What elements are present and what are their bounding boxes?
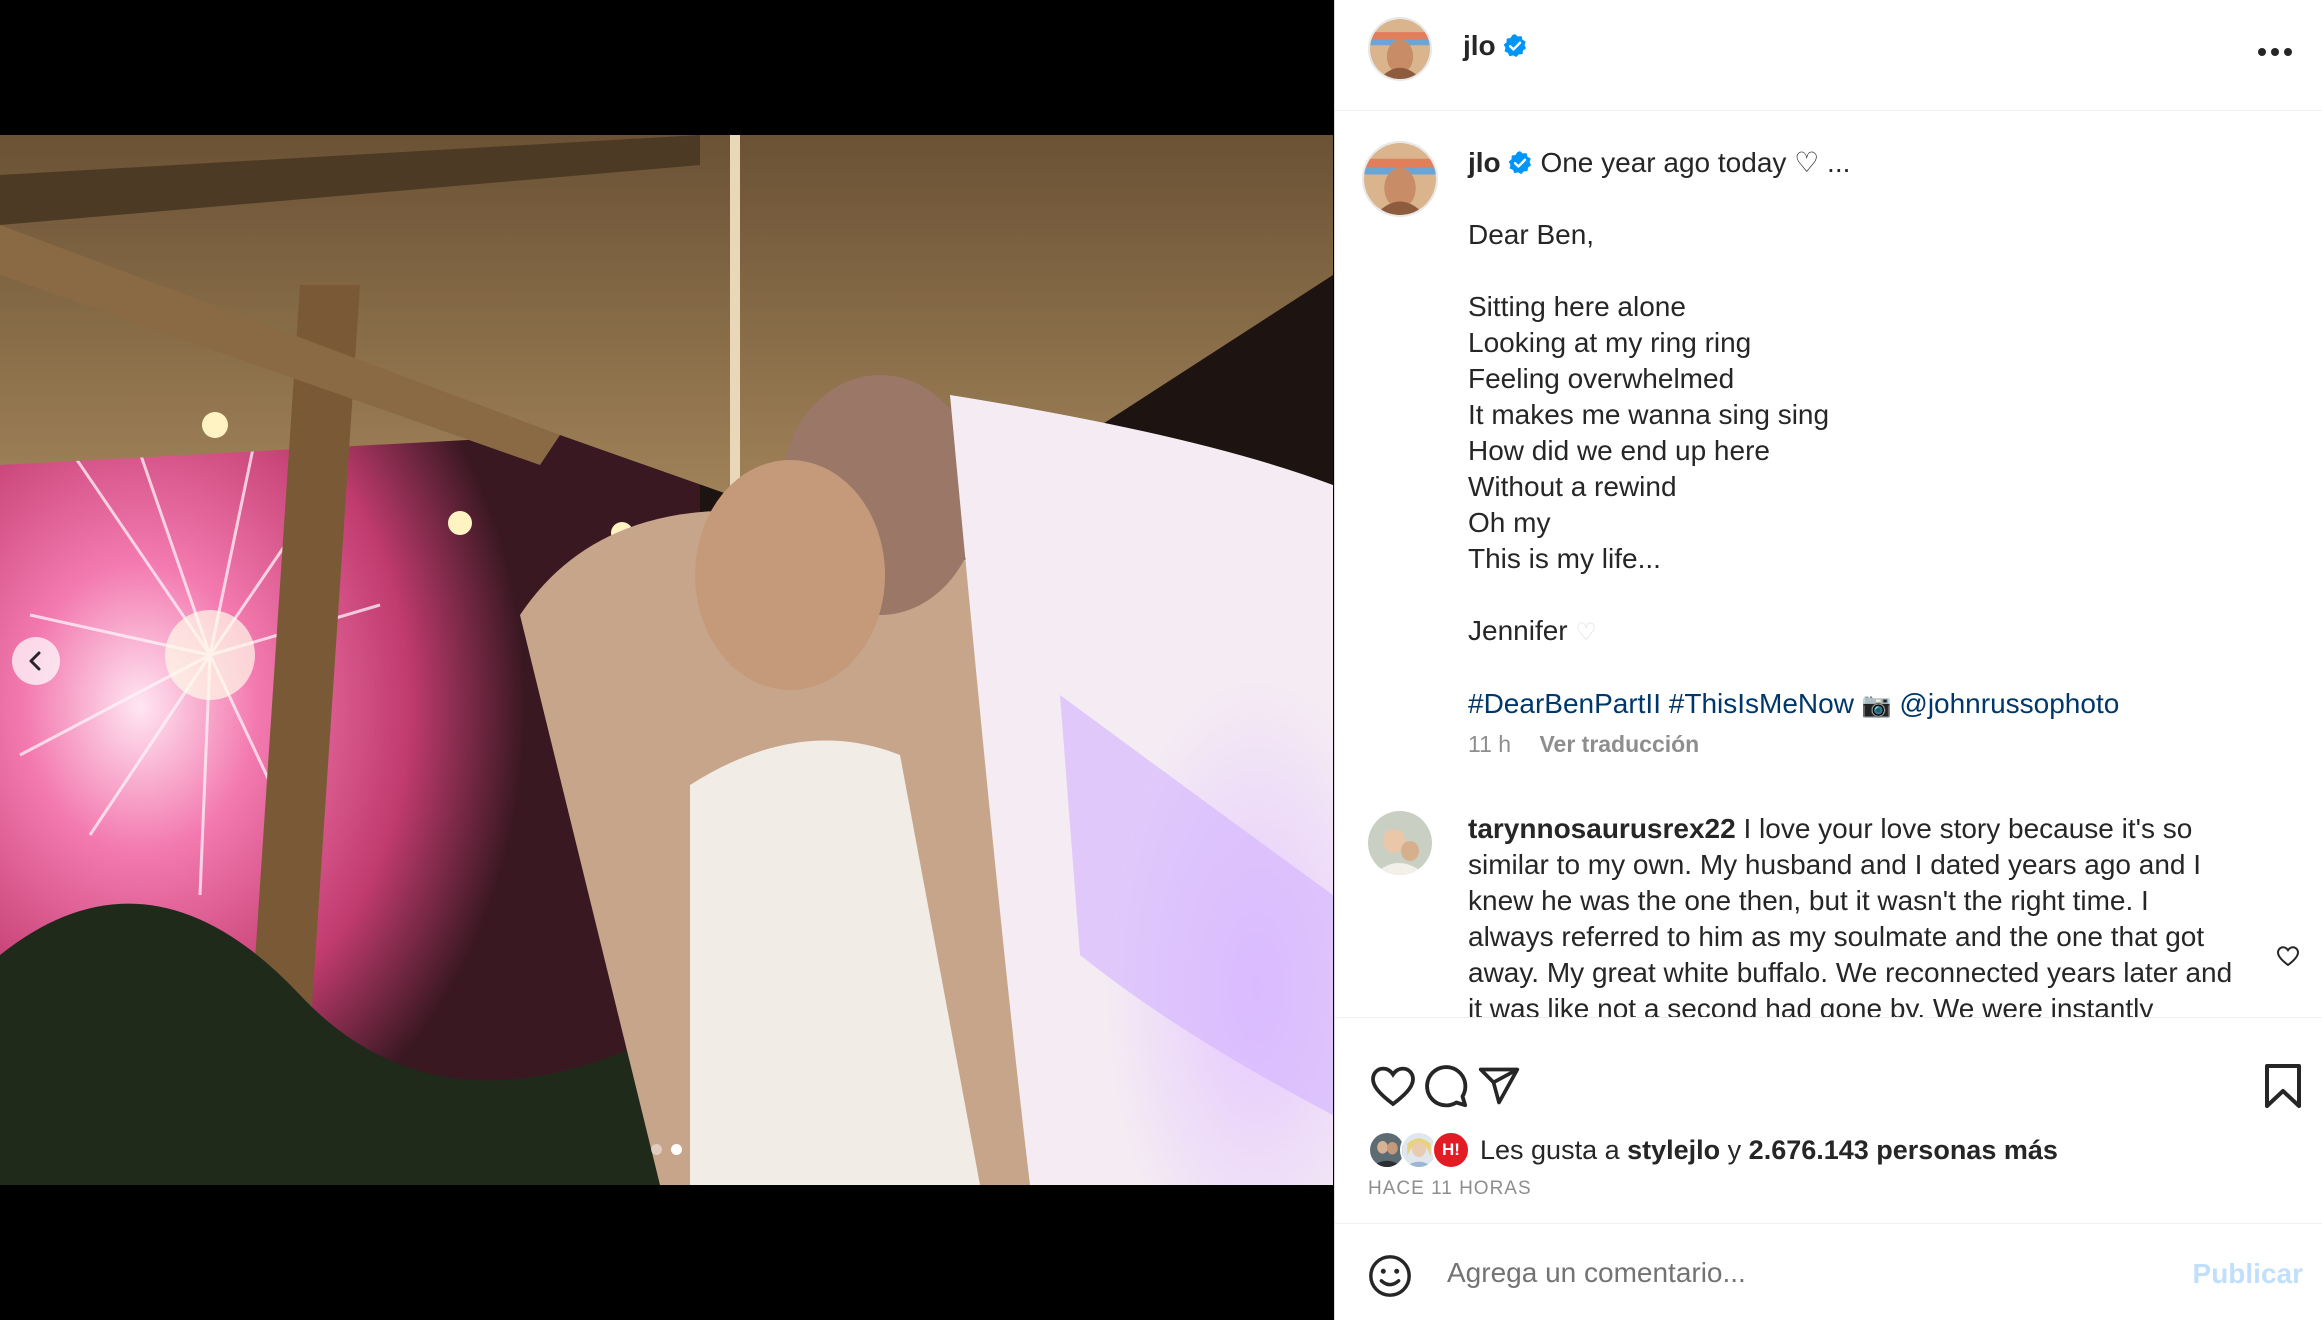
carousel-dot-active [671, 1144, 682, 1155]
caption-signature-line: Jennifer ♡ [1468, 613, 2288, 650]
caption-line: This is my life... [1468, 543, 1661, 574]
save-button[interactable] [2255, 1058, 2311, 1114]
comment-button[interactable] [1418, 1058, 1474, 1114]
publish-comment-button[interactable]: Publicar [2193, 1258, 2303, 1290]
paper-plane-icon [1478, 1067, 1520, 1105]
previous-photo-button[interactable] [12, 637, 60, 685]
caption-line: Feeling overwhelmed [1468, 363, 1735, 394]
liker-username[interactable]: stylejlo [1627, 1135, 1720, 1166]
chevron-left-icon [29, 651, 41, 671]
stylejlo-badge[interactable]: H! [1432, 1131, 1470, 1169]
camera-icon: 📷 [1861, 691, 1892, 719]
post-header: jlo [1335, 0, 2322, 111]
heart-outline-icon [2276, 946, 2300, 967]
heart-outline-icon [1371, 1066, 1415, 1107]
likes-prefix: Les gusta a [1480, 1134, 1628, 1165]
post-details-panel: jlo jlo One year ago today ♡ ... Dear Be… [1334, 0, 2322, 1320]
commenter-avatar[interactable] [1368, 811, 1432, 875]
author-avatar[interactable] [1368, 17, 1432, 81]
photo-credit-mention[interactable]: @johnrussophoto [1899, 688, 2119, 719]
bookmark-icon [2265, 1064, 2301, 1108]
like-button[interactable] [1365, 1058, 1421, 1114]
comment-composer: Publicar [1335, 1223, 2322, 1320]
caption-line: How did we end up here [1468, 435, 1770, 466]
post-photo[interactable] [0, 135, 1333, 1185]
caption-time[interactable]: 11 h [1468, 731, 1511, 757]
post-timestamp[interactable]: HACE 11 HORAS [1368, 1178, 1532, 1200]
post-actions: H! Les gusta a stylejlo y 2.676.143 pers… [1335, 1017, 2322, 1223]
carousel-dot [651, 1144, 662, 1155]
author-username-text[interactable]: jlo [1463, 30, 1496, 61]
avatar-image [1368, 811, 1432, 875]
comment-bubble-icon [1425, 1065, 1468, 1108]
avatar-image [1364, 143, 1436, 215]
carousel-indicator [0, 1144, 1333, 1155]
likes-summary: H! Les gusta a stylejlo y 2.676.143 pers… [1368, 1130, 2058, 1170]
avatar-image [1370, 1133, 1404, 1167]
caption-hashtags[interactable]: #DearBenPartII #ThisIsMeNow [1468, 688, 1854, 719]
share-button[interactable] [1471, 1058, 1527, 1114]
emoji-smile-icon [1369, 1255, 1411, 1297]
comment-like-button[interactable] [2273, 941, 2303, 971]
caption-username[interactable]: jlo [1468, 147, 1501, 178]
post-caption: jlo One year ago today ♡ ... Dear Ben, S… [1468, 145, 2288, 723]
liker-avatars: H! [1368, 1131, 1474, 1169]
commenter-username[interactable]: tarynnosaurusrex22 [1468, 813, 1736, 844]
caption-tags-line: #DearBenPartII #ThisIsMeNow 📷 @johnrusso… [1468, 686, 2288, 723]
comment-body: tarynnosaurusrex22 I love your love stor… [1468, 811, 2238, 1017]
caption-line: Sitting here alone [1468, 291, 1686, 322]
comment-input[interactable] [1447, 1248, 2107, 1298]
see-translation-link[interactable]: Ver traducción [1539, 731, 1699, 757]
avatar-image [1402, 1133, 1436, 1167]
caption-line: Oh my [1468, 507, 1551, 538]
caption-line: It makes me wanna sing sing [1468, 399, 1830, 430]
caption-author-avatar[interactable] [1362, 141, 1438, 217]
media-pane [0, 0, 1333, 1320]
more-options-button[interactable] [2255, 32, 2295, 72]
caption-line: Looking at my ring ring [1468, 327, 1752, 358]
more-horizontal-icon [2258, 48, 2292, 56]
caption-first-line: jlo One year ago today ♡ ... [1468, 145, 2288, 181]
photo-illustration [0, 135, 1333, 1185]
caption-meta: 11 h Ver traducción [1468, 731, 1699, 758]
caption-line: Dear Ben, [1468, 219, 1595, 250]
verified-badge-icon [1508, 151, 1531, 175]
comments-scroll-area[interactable]: jlo One year ago today ♡ ... Dear Ben, S… [1335, 111, 2322, 1017]
caption-first-text: One year ago today ♡ ... [1532, 147, 1851, 178]
likes-connector: y [1720, 1134, 1749, 1165]
emoji-button[interactable] [1365, 1251, 1415, 1301]
verified-badge-icon [1503, 34, 1526, 58]
caption-line: Without a rewind [1468, 471, 1677, 502]
author-username[interactable]: jlo [1463, 30, 1528, 62]
avatar-image [1370, 19, 1430, 79]
likes-count[interactable]: 2.676.143 personas más [1749, 1135, 2058, 1166]
white-heart-icon: ♡ [1575, 618, 1597, 646]
caption-signature: Jennifer [1468, 615, 1568, 646]
